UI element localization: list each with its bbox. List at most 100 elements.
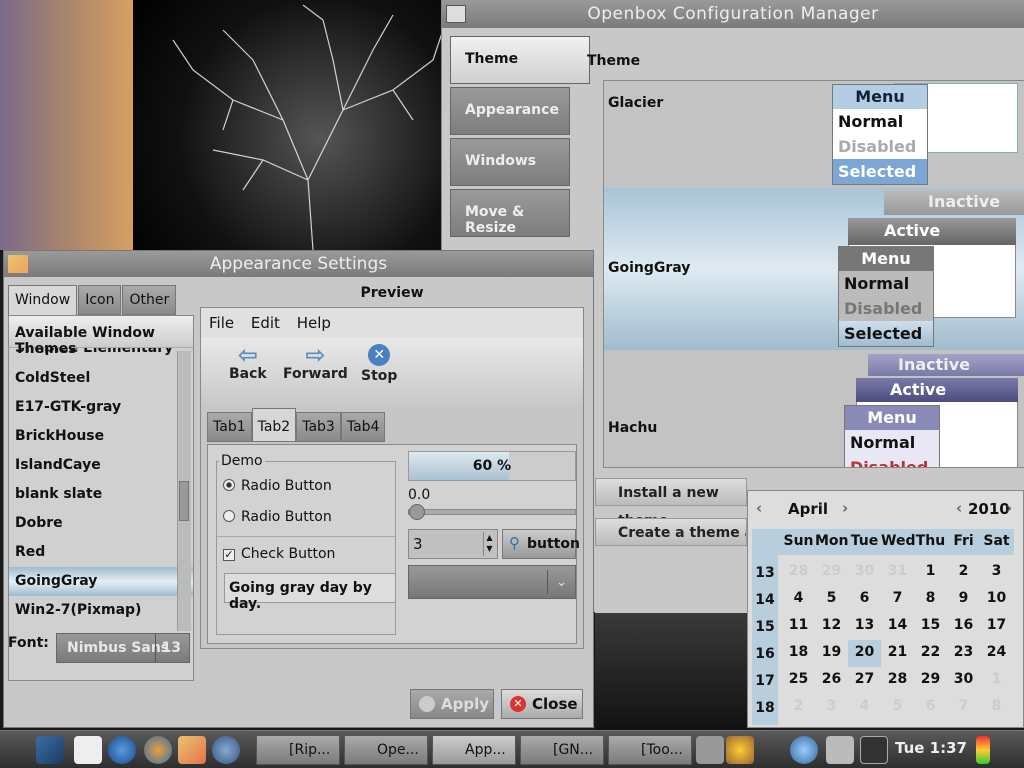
calendar-day[interactable]: 3: [980, 559, 1013, 586]
calendar-day[interactable]: 22: [914, 640, 947, 667]
forward-button[interactable]: ⇨ Forward: [283, 343, 348, 382]
calendar-day[interactable]: 4: [848, 694, 881, 721]
tab-appearance[interactable]: Appearance: [450, 87, 570, 135]
calendar-day[interactable]: 7: [947, 694, 980, 721]
calendar-day[interactable]: 10: [980, 586, 1013, 613]
calendar-day[interactable]: 31: [881, 559, 914, 586]
scrollbar-thumb[interactable]: [179, 481, 189, 521]
task-rip[interactable]: [Rip...: [256, 735, 340, 765]
list-scrollbar[interactable]: [177, 351, 191, 631]
list-item[interactable]: ColdSteel: [9, 364, 193, 393]
start-menu-icon[interactable]: [36, 736, 64, 764]
prev-year-icon[interactable]: ‹: [956, 499, 962, 517]
list-item[interactable]: Red: [9, 538, 193, 567]
task-appearance[interactable]: App...: [432, 735, 516, 765]
calendar-day[interactable]: 1: [914, 559, 947, 586]
tab-1[interactable]: Tab1: [207, 412, 252, 442]
display-icon[interactable]: [860, 736, 888, 764]
calendar-day[interactable]: 15: [914, 613, 947, 640]
calendar-day[interactable]: 30: [848, 559, 881, 586]
mail-client-icon[interactable]: [144, 736, 172, 764]
tab-window[interactable]: Window: [8, 285, 78, 317]
calendar-day[interactable]: 28: [782, 559, 815, 586]
tab-2[interactable]: Tab2: [251, 408, 297, 442]
appearance-titlebar[interactable]: Appearance Settings: [4, 251, 593, 277]
calendar-day[interactable]: 9: [947, 586, 980, 613]
list-item[interactable]: IslandCaye: [9, 451, 193, 480]
tab-4[interactable]: Tab4: [340, 412, 386, 442]
calendar-day[interactable]: 19: [815, 640, 848, 667]
calendar-day[interactable]: 29: [815, 559, 848, 586]
theme-row-glacier[interactable]: Glacier Menu Normal Disabled Selected: [604, 81, 1024, 188]
network-icon[interactable]: [696, 736, 724, 764]
calendar-day[interactable]: 6: [914, 694, 947, 721]
list-item[interactable]: Dobre: [9, 509, 193, 538]
list-item[interactable]: BrickHouse: [9, 422, 193, 451]
tab-theme[interactable]: Theme: [450, 36, 590, 84]
task-gnome[interactable]: [GN...: [520, 735, 604, 765]
calendar-day[interactable]: 11: [782, 613, 815, 640]
theme-row-goinggray[interactable]: GoingGray Inactive Active Menu Normal Di…: [604, 188, 1024, 350]
tab-3[interactable]: Tab3: [296, 412, 341, 442]
prev-month-icon[interactable]: ‹: [756, 499, 762, 517]
calculator-icon[interactable]: [826, 736, 854, 764]
calendar-day[interactable]: 8: [914, 586, 947, 613]
tab-windows[interactable]: Windows: [450, 138, 570, 186]
text-entry[interactable]: Going gray day by day.: [224, 573, 396, 612]
calendar-day[interactable]: 8: [980, 694, 1013, 721]
calendar-day[interactable]: 7: [881, 586, 914, 613]
calendar-day[interactable]: 5: [881, 694, 914, 721]
calendar-day[interactable]: 4: [782, 586, 815, 613]
back-button[interactable]: ⇦ Back: [229, 343, 267, 382]
openbox-titlebar[interactable]: Openbox Configuration Manager: [442, 0, 1024, 28]
calendar-day[interactable]: 1: [980, 667, 1013, 694]
slider[interactable]: [408, 504, 576, 520]
menu-file[interactable]: File: [209, 314, 234, 332]
list-item[interactable]: E17-GTK-gray: [9, 393, 193, 422]
calendar-day[interactable]: 29: [914, 667, 947, 694]
calendar-day[interactable]: 2: [782, 694, 815, 721]
tab-move-resize[interactable]: Move & Resize: [450, 189, 570, 237]
radio-button-1[interactable]: Radio Button: [223, 478, 332, 494]
calendar-day[interactable]: 25: [782, 667, 815, 694]
appearance-launcher-icon[interactable]: [178, 736, 206, 764]
menu-edit[interactable]: Edit: [251, 314, 280, 332]
settings-launcher-icon[interactable]: [212, 736, 240, 764]
task-openbox[interactable]: Ope...: [344, 735, 428, 765]
combo-box[interactable]: ⌄: [408, 565, 576, 599]
stop-button[interactable]: ✕ Stop: [361, 344, 397, 384]
clock[interactable]: Tue 1:37: [895, 739, 967, 757]
next-month-icon[interactable]: ›: [842, 499, 848, 517]
spin-arrows-icon[interactable]: ▲ ▼: [483, 532, 495, 556]
calendar-day[interactable]: 28: [881, 667, 914, 694]
calendar-day[interactable]: 18: [782, 640, 815, 667]
apply-button[interactable]: Apply: [410, 689, 494, 719]
font-button[interactable]: Nimbus Sans 13: [56, 633, 190, 663]
radio-button-2[interactable]: Radio Button: [223, 509, 332, 525]
list-item[interactable]: blank slate: [9, 480, 193, 509]
menu-help[interactable]: Help: [297, 314, 331, 332]
close-button[interactable]: ✕ Close: [501, 689, 583, 719]
calendar-day[interactable]: 26: [815, 667, 848, 694]
calendar-day[interactable]: 24: [980, 640, 1013, 667]
search-button[interactable]: ⚲ button: [502, 529, 580, 559]
list-item[interactable]: Win2-7(Pixmap): [9, 596, 193, 625]
list-item[interactable]: Simplee Elementary: [9, 348, 193, 363]
calendar-day[interactable]: 3: [815, 694, 848, 721]
calendar-day[interactable]: 20: [848, 640, 881, 667]
calendar-day[interactable]: 27: [848, 667, 881, 694]
list-item[interactable]: GoingGray: [9, 567, 193, 596]
chromium-icon[interactable]: [790, 736, 818, 764]
slider-handle[interactable]: [409, 504, 425, 520]
calendar-day[interactable]: 30: [947, 667, 980, 694]
check-button[interactable]: ✓ Check Button: [223, 546, 335, 562]
calendar-day[interactable]: 17: [980, 613, 1013, 640]
calendar-day[interactable]: 12: [815, 613, 848, 640]
window-theme-list[interactable]: Available Window Themes Simplee Elementa…: [8, 315, 194, 681]
calendar-day[interactable]: 13: [848, 613, 881, 640]
theme-list[interactable]: Glacier Menu Normal Disabled Selected Go…: [603, 80, 1024, 468]
theme-row-hachu[interactable]: Hachu Inactive Active Menu Normal Disabl…: [604, 350, 1024, 467]
tab-icon[interactable]: Icon: [78, 285, 122, 315]
browser-globe-icon[interactable]: [108, 736, 136, 764]
calendar-day[interactable]: 14: [881, 613, 914, 640]
